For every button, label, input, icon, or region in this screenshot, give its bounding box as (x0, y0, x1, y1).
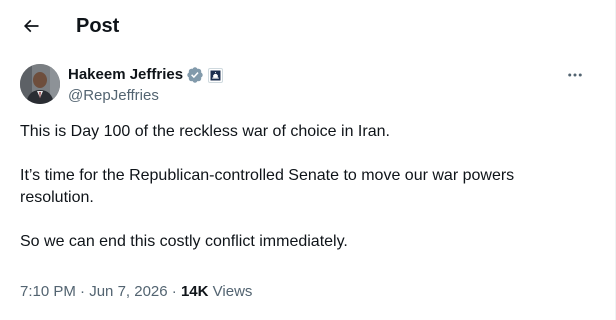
post-page: Post Hakeem Jeffries @RepJeffries This i… (0, 0, 616, 320)
author-name[interactable]: Hakeem Jeffries (68, 65, 183, 85)
page-header: Post (0, 0, 616, 54)
us-capitol-icon[interactable] (208, 67, 224, 83)
arrow-left-icon (23, 19, 39, 33)
avatar[interactable] (20, 64, 60, 104)
page-title: Post (76, 15, 120, 37)
avatar-image (20, 64, 60, 104)
author-name-row: Hakeem Jeffries (68, 65, 224, 85)
more-horizontal-icon (568, 73, 582, 77)
meta-separator: · (80, 283, 86, 300)
tweet-meta: 7:10 PM · Jun 7, 2026 · 14K Views (20, 282, 252, 302)
tweet-paragraph: This is Day 100 of the reckless war of c… (20, 123, 390, 140)
tweet-time[interactable]: 7:10 PM (20, 283, 76, 300)
tweet-paragraph: It’s time for the Republican-controlled … (20, 167, 515, 206)
tweet-text: This is Day 100 of the reckless war of c… (20, 121, 590, 253)
views-label: Views (212, 283, 253, 300)
tweet-date[interactable]: Jun 7, 2026 (89, 283, 167, 300)
author-handle[interactable]: @RepJeffries (68, 86, 159, 106)
verified-badge-icon[interactable] (186, 66, 204, 84)
more-options-button[interactable] (560, 64, 590, 86)
back-button[interactable] (14, 9, 48, 43)
capitol-glyph (210, 70, 221, 80)
tweet-paragraph: So we can end this costly conflict immed… (20, 233, 348, 250)
views-count: 14K (180, 283, 209, 300)
meta-separator: · (171, 283, 177, 300)
